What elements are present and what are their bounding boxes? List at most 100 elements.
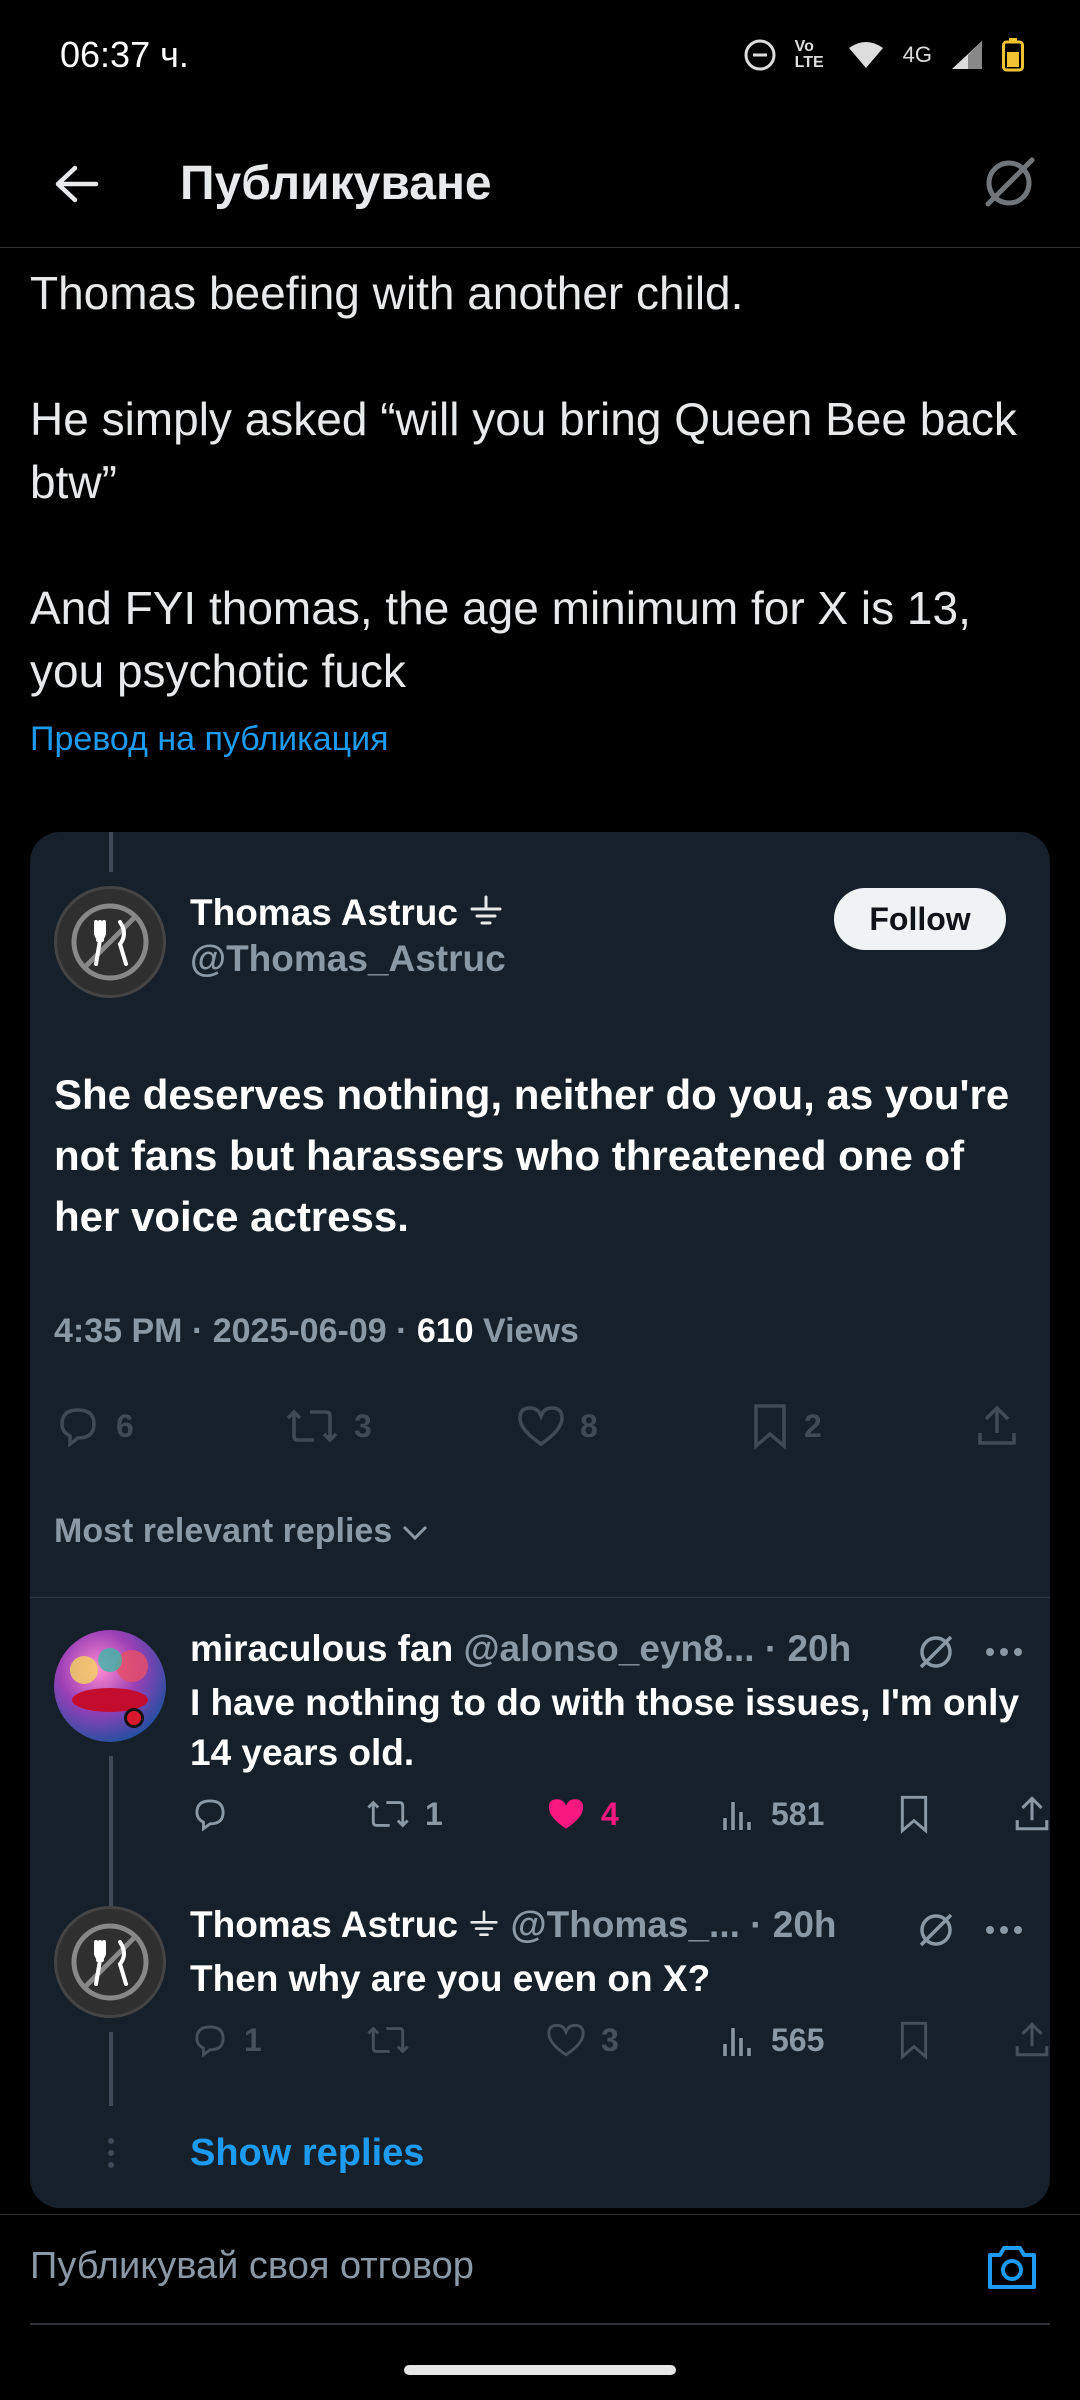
quoted-action-row: 6 3 8 2 [54,1402,1020,1450]
battery-icon [1002,38,1024,72]
views-count: 565 [771,2021,825,2058]
repost-button[interactable]: 1 [365,1796,545,1833]
author-name[interactable]: Thomas Astruc [190,892,458,933]
like-count: 8 [580,1407,598,1444]
sort-replies-dropdown[interactable]: Most relevant replies [54,1512,430,1551]
post-paragraph: He simply asked “will you bring Queen Be… [30,393,1017,508]
tweet-meta: 4:35 PM · 2025-06-09 · 610 Views [54,1312,579,1350]
camera-icon[interactable] [982,2237,1042,2297]
divider [30,2323,1050,2325]
chevron-down-icon [403,1525,428,1540]
reply-icon [195,1799,225,1832]
no-utensils-icon [71,1923,149,2001]
share-icon [1015,2022,1049,2057]
reply-author-name[interactable]: miraculous fan [190,1628,453,1669]
thread-line [109,2032,113,2106]
reply-button[interactable]: 6 [54,1404,284,1448]
translate-post-link[interactable]: Превод на публикация [30,720,389,759]
reply-author-name[interactable]: Thomas Astruc [190,1904,458,1945]
reply-author-handle[interactable]: @alonso_eyn8... [463,1628,754,1669]
reply-avatar[interactable] [54,1906,166,2018]
share-icon [978,1405,1016,1445]
volte-icon: Vo LTE [794,38,824,71]
reply-count: 1 [244,2021,262,2058]
repost-button[interactable] [365,2022,545,2058]
reply-age: 20h [772,1904,837,1945]
status-icons: Vo LTE 4G [743,38,1024,72]
bookmark-button[interactable] [897,1794,977,1834]
like-count: 4 [601,1795,619,1832]
arrow-left-icon [55,165,99,203]
repost-icon [367,1800,409,1828]
do-not-disturb-icon [744,39,776,71]
bookmark-icon [900,2021,928,2060]
reply-avatar[interactable] [54,1630,166,1742]
heart-icon [547,2023,585,2057]
author-handle[interactable]: @Thomas_Astruc [190,938,506,980]
views-button[interactable]: 565 [721,2022,897,2059]
repost-button[interactable]: 3 [284,1404,516,1448]
divider [30,1597,1050,1598]
share-icon [1015,1796,1049,1831]
author-avatar[interactable] [54,886,166,998]
repost-count: 3 [354,1407,372,1444]
status-time: 06:37 ч. [60,34,189,75]
post-paragraph: And FYI thomas, the age minimum for X is… [30,582,971,697]
thread-dots-icon [108,2138,114,2168]
repost-count: 1 [425,1795,443,1832]
more-options-icon[interactable] [984,1924,1024,1936]
quoted-tweet-text: She deserves nothing, neither do you, as… [54,1071,1010,1240]
reply-header: Thomas Astruc @Thomas_... · 20h [190,1904,837,1945]
top-bar: Публикуване [0,120,1080,248]
no-utensils-icon [71,903,149,981]
reply-icon [195,2025,225,2058]
bar-chart-icon [723,2028,751,2056]
reply-action-row: 1 3 565 [190,2020,1050,2060]
wifi-icon [848,42,883,68]
reply-icon [60,1408,96,1448]
reply-button[interactable] [190,1796,365,1832]
reply-header: miraculous fan @alonso_eyn8... · 20h [190,1628,852,1669]
miraculous-logo-icon [70,1648,148,1728]
repost-icon [286,1409,338,1443]
post-paragraph: Thomas beefing with another child. [30,267,744,319]
bookmark-icon [754,1404,786,1450]
share-button[interactable] [1012,2020,1050,2060]
reply-author-handle[interactable]: @Thomas_... [511,1904,740,1945]
views-count: 610 [416,1312,474,1350]
show-replies-link[interactable]: Show replies [190,2132,424,2175]
embedded-tweet-card[interactable]: Thomas Astruc @Thomas_Astruc Follow She … [30,832,1050,2208]
home-indicator[interactable] [404,2365,676,2375]
views-button[interactable]: 581 [721,1796,897,1833]
sort-label: Most relevant replies [54,1512,393,1550]
bookmark-button[interactable] [897,2020,977,2060]
post-text: Thomas beefing with another child. He si… [30,262,1050,703]
thread-line [109,832,113,872]
like-count: 3 [601,2021,619,2058]
ground-icon [470,895,502,925]
more-options-icon[interactable] [984,1646,1024,1658]
like-button[interactable]: 4 [545,1796,721,1833]
circle-slash-icon[interactable] [916,1910,956,1950]
status-bar: 06:37 ч. Vo LTE 4G [0,0,1080,110]
heart-icon [518,1406,564,1447]
views-label: Views [483,1312,579,1350]
bar-chart-icon [723,1802,751,1830]
back-button[interactable] [44,152,108,216]
like-button[interactable]: 8 [516,1404,750,1448]
share-button[interactable] [974,1403,1020,1449]
tweet-date: 2025-06-09 [212,1312,387,1350]
signal-icon [952,41,982,69]
author-info: Thomas Astruc @Thomas_Astruc [190,892,506,980]
reply-action-row: 1 4 581 [190,1794,1050,1834]
bookmark-button[interactable]: 2 [750,1402,974,1450]
reply-count: 6 [116,1407,134,1444]
reply-button[interactable]: 1 [190,2022,365,2059]
share-button[interactable] [1012,1794,1050,1834]
reply-text: I have nothing to do with those issues, … [190,1682,1020,1773]
follow-button[interactable]: Follow [834,888,1006,950]
reply-input[interactable]: Публикувай своя отговор [30,2245,474,2288]
like-button[interactable]: 3 [545,2022,721,2059]
grok-button[interactable] [976,150,1042,216]
circle-slash-icon[interactable] [916,1632,956,1672]
